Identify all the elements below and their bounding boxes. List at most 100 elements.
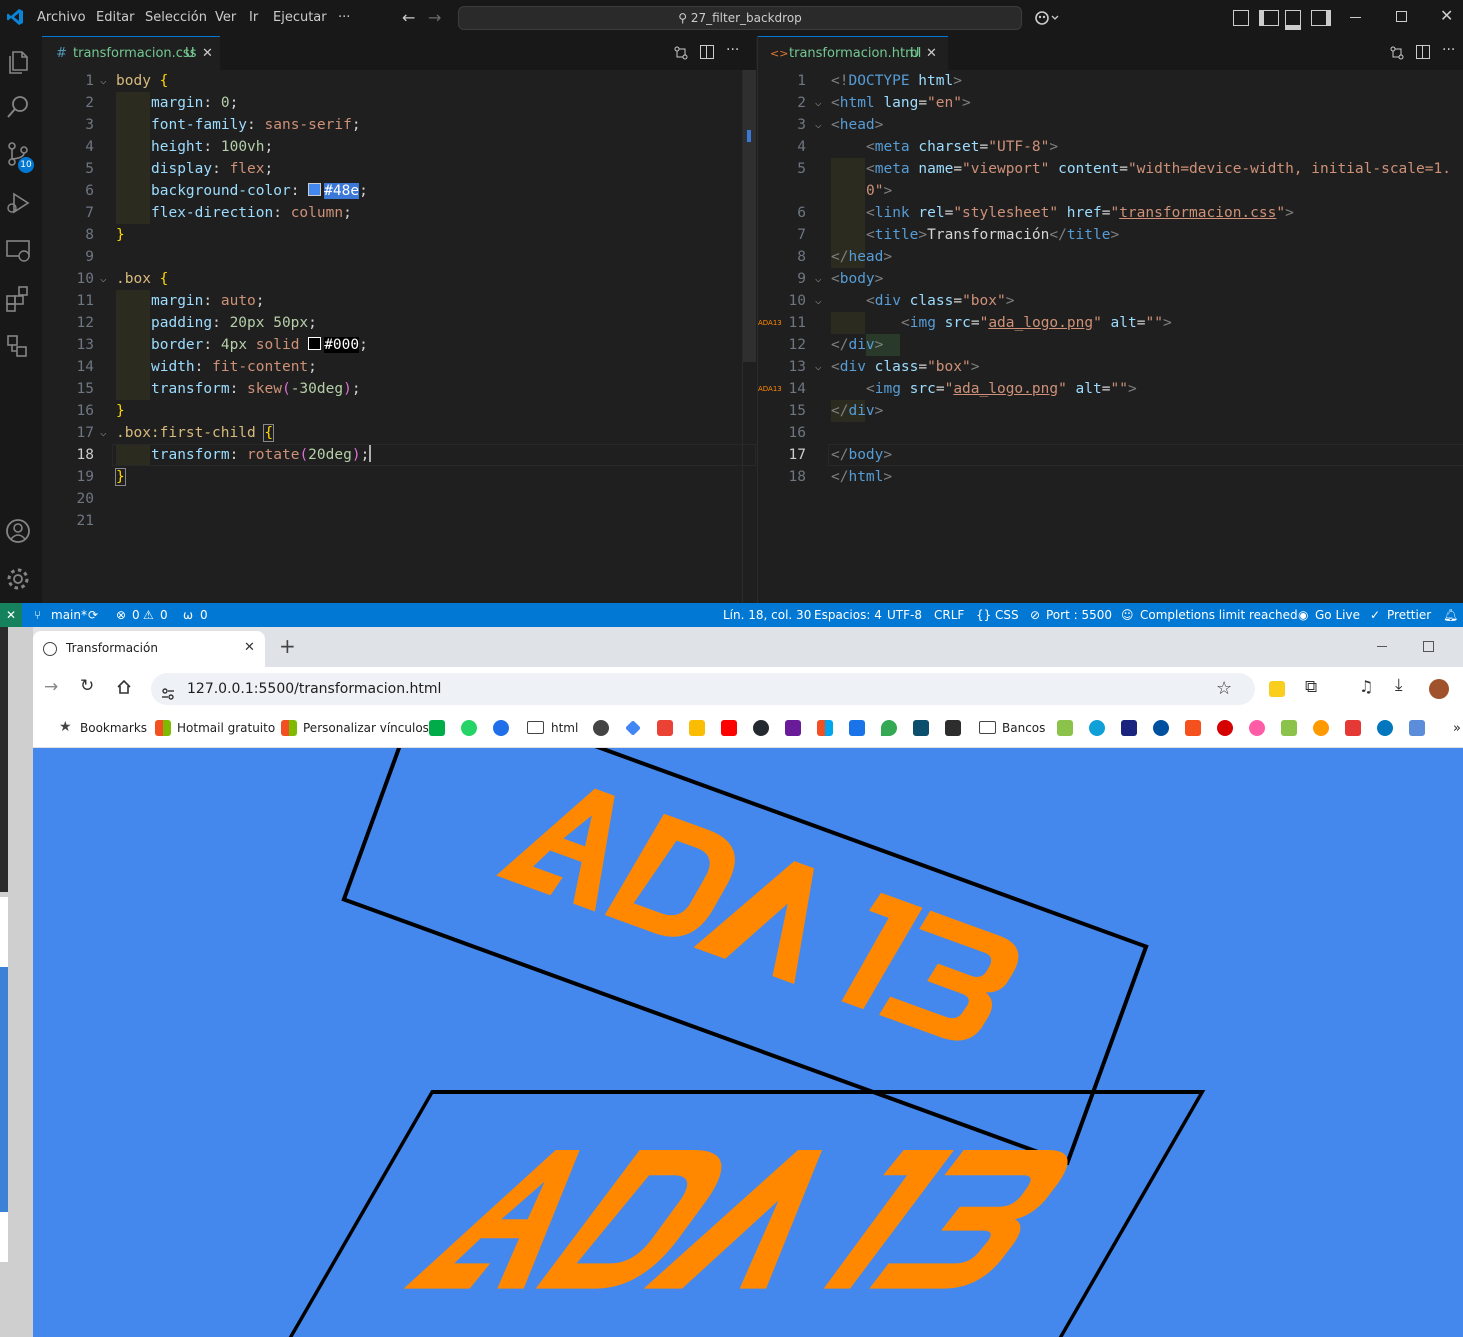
chatgpt-icon[interactable] <box>593 720 609 736</box>
open-changes-icon[interactable] <box>674 45 688 60</box>
bookmark-folder-html[interactable]: html <box>551 721 578 735</box>
maps-icon[interactable] <box>881 720 897 736</box>
split-editor-icon[interactable] <box>700 45 714 59</box>
encoding[interactable]: UTF-8 <box>887 603 922 627</box>
language-mode[interactable]: CSS <box>995 603 1019 627</box>
tab-transformacion-html[interactable]: <> transformacion.html U ✕ <box>758 36 948 71</box>
home-icon[interactable] <box>116 679 132 699</box>
forward-arrow-icon[interactable]: → <box>44 677 58 697</box>
more-bookmarks-icon[interactable]: » <box>1453 721 1461 736</box>
bookmark-personalizar[interactable]: Personalizar vínculos <box>303 721 429 735</box>
browser-tab[interactable]: Transformación ✕ <box>33 631 265 667</box>
reload-icon[interactable]: ↻ <box>80 676 94 696</box>
maximize-icon[interactable] <box>1423 641 1434 652</box>
run-debug-icon[interactable] <box>4 188 34 218</box>
ports-count[interactable]: 0 <box>200 603 208 627</box>
drive-icon[interactable] <box>689 720 705 736</box>
meet-icon[interactable] <box>429 720 445 736</box>
toggle-secondary-sidebar-icon[interactable] <box>1311 10 1331 26</box>
manage-gear-icon[interactable] <box>4 564 34 594</box>
address-bar[interactable]: 127.0.0.1:5500/transformacion.html ☆ <box>151 673 1255 705</box>
site-info-icon[interactable] <box>161 681 175 700</box>
search-icon[interactable] <box>4 92 34 122</box>
gmail-icon[interactable] <box>657 720 673 736</box>
indentation[interactable]: Espacios: 4 <box>814 603 882 627</box>
office-icon[interactable] <box>817 720 833 736</box>
app-doc-icon[interactable] <box>1409 720 1425 736</box>
play-icon[interactable] <box>1377 720 1393 736</box>
open-changes-icon[interactable] <box>1390 45 1404 60</box>
app-s-icon[interactable] <box>1185 720 1201 736</box>
explorer-icon[interactable] <box>4 46 34 76</box>
color-swatch-icon[interactable] <box>308 337 322 350</box>
close-window-icon[interactable]: ✕ <box>1440 6 1453 25</box>
minimize-icon[interactable] <box>1377 646 1387 647</box>
dots-icon[interactable] <box>1217 720 1233 736</box>
o2-icon[interactable] <box>1153 720 1169 736</box>
bookmark-bookmarks[interactable]: Bookmarks <box>80 721 147 735</box>
close-tab-icon[interactable]: ✕ <box>202 37 213 70</box>
back-arrow-icon[interactable]: ← <box>402 8 415 27</box>
link-href[interactable]: transformacion.css <box>1119 205 1276 221</box>
download-icon[interactable]: ⤓ <box>1395 675 1403 695</box>
whatsapp-icon[interactable] <box>461 720 477 736</box>
forward-arrow-icon[interactable]: → <box>428 8 441 27</box>
bookmark-star-icon[interactable]: ☆ <box>1216 673 1232 705</box>
testing-icon[interactable] <box>4 332 34 362</box>
app-red-icon[interactable] <box>1345 720 1361 736</box>
account-icon[interactable] <box>4 517 34 547</box>
calendar-icon[interactable] <box>849 720 865 736</box>
layout-customize-icon[interactable] <box>1233 10 1249 26</box>
end-of-line[interactable]: CRLF <box>934 603 964 627</box>
octopus-icon[interactable] <box>1249 720 1265 736</box>
app-green-icon[interactable] <box>1281 720 1297 736</box>
menu-seleccion[interactable]: Selección <box>145 10 207 25</box>
error-count[interactable]: 0 <box>132 603 140 627</box>
sync-icon[interactable]: ⟳ <box>88 603 98 627</box>
gemini-icon[interactable] <box>625 720 641 736</box>
media-control-icon[interactable]: ♫ <box>1359 677 1373 696</box>
close-tab-icon[interactable]: ✕ <box>244 631 255 665</box>
cursor-position[interactable]: Lín. 18, col. 30 <box>723 603 811 627</box>
go-live-button[interactable]: Go Live <box>1315 603 1360 627</box>
html-code[interactable]: 1 <!DOCTYPE html> 2 ⌵ <html lang="en"> 3 ⌵ <h… <box>758 70 1463 603</box>
toggle-panel-icon[interactable] <box>1285 10 1301 30</box>
github-icon[interactable] <box>753 720 769 736</box>
menu-editar[interactable]: Editar <box>96 10 135 25</box>
youtube-icon[interactable] <box>721 720 737 736</box>
new-tab-icon[interactable]: + <box>279 634 296 658</box>
bookmark-hotmail[interactable]: Hotmail gratuito <box>177 721 275 735</box>
more-actions-icon[interactable]: ··· <box>1442 42 1455 58</box>
menu-archivo[interactable]: Archivo <box>37 10 86 25</box>
toggle-sidebar-icon[interactable] <box>1259 10 1279 26</box>
menu-ejecutar[interactable]: Ejecutar <box>273 10 327 25</box>
remote-indicator-icon[interactable]: ✕ <box>0 603 22 627</box>
profile-avatar[interactable] <box>1429 679 1449 699</box>
tab-transformacion-css[interactable]: # transformacion.css U ✕ <box>42 36 220 71</box>
menu-more[interactable]: ··· <box>338 10 350 25</box>
css-code[interactable]: 1 ⌵ body { 2 margin: 0; 3 font-family: sans-… <box>42 70 756 603</box>
edge-icon[interactable] <box>1089 720 1105 736</box>
maximize-icon[interactable] <box>1396 11 1407 22</box>
menu-ver[interactable]: Ver <box>215 10 236 25</box>
command-center-search[interactable]: ⚲ 27_filter_backdrop <box>458 6 1022 30</box>
os-icon[interactable] <box>945 720 961 736</box>
extensions-puzzle-icon[interactable]: ⧉ <box>1305 677 1317 697</box>
extension-icon[interactable] <box>1269 681 1285 697</box>
app-a-icon[interactable] <box>913 720 929 736</box>
extensions-icon[interactable] <box>4 284 34 314</box>
branch-name[interactable]: main* <box>51 603 87 627</box>
bookmark-folder-bancos[interactable]: Bancos <box>1002 721 1045 735</box>
color-swatch-icon[interactable] <box>308 183 322 196</box>
copilot-completions[interactable]: Completions limit reached <box>1140 603 1298 627</box>
menu-ir[interactable]: Ir <box>249 10 258 25</box>
copilot-icon[interactable] <box>1034 9 1060 27</box>
mail-icon[interactable] <box>785 720 801 736</box>
prettier-button[interactable]: Prettier <box>1387 603 1431 627</box>
close-tab-icon[interactable]: ✕ <box>926 37 937 70</box>
more-actions-icon[interactable]: ··· <box>726 42 739 58</box>
amazon-icon[interactable] <box>1313 720 1329 736</box>
img-src-link[interactable]: ada_logo.png <box>953 381 1058 397</box>
notifications-bell-icon[interactable]: 🔔︎ <box>1443 603 1458 627</box>
live-server-port[interactable]: Port : 5500 <box>1046 603 1112 627</box>
